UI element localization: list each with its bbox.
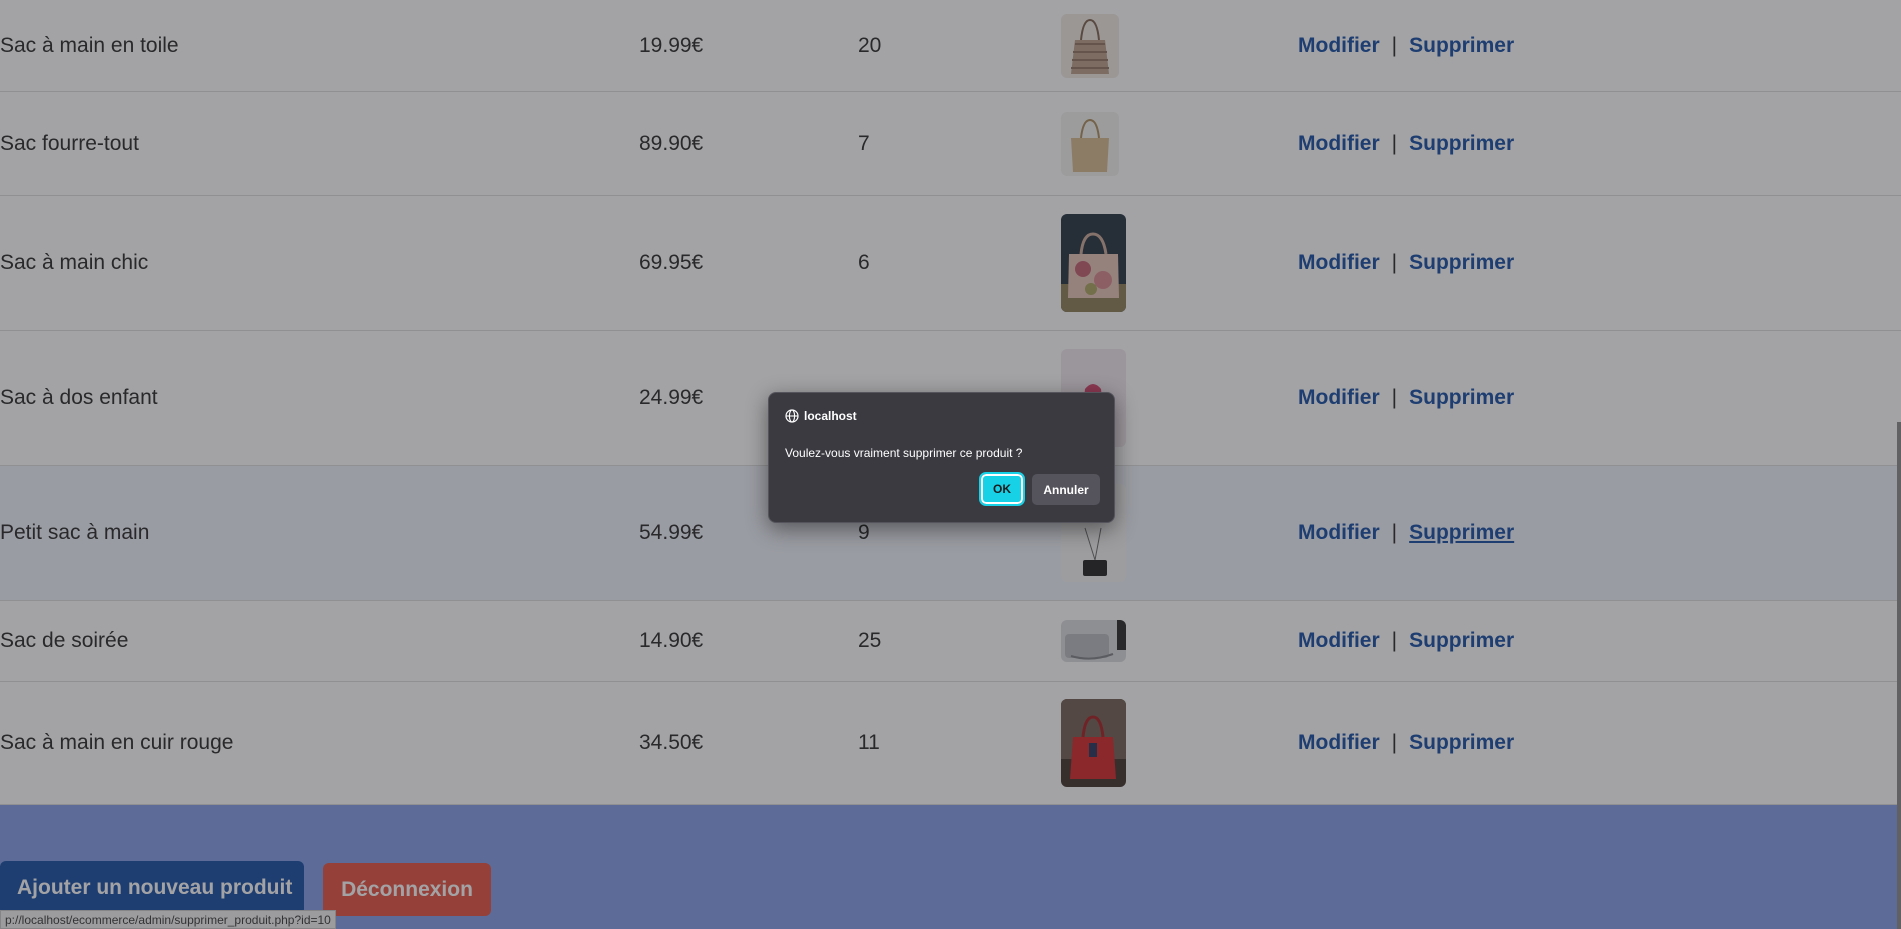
confirm-dialog: localhost Voulez-vous vraiment supprimer… [768, 392, 1115, 523]
globe-icon [785, 409, 799, 423]
cancel-button[interactable]: Annuler [1032, 474, 1100, 505]
dialog-origin: localhost [785, 409, 857, 423]
admin-products-page: Sac à main en toile 19.99€ 20 Modifier | S… [0, 0, 1901, 929]
ok-button[interactable]: OK [979, 472, 1025, 506]
dialog-origin-text: localhost [804, 409, 857, 423]
dialog-message: Voulez-vous vraiment supprimer ce produi… [785, 446, 1023, 460]
